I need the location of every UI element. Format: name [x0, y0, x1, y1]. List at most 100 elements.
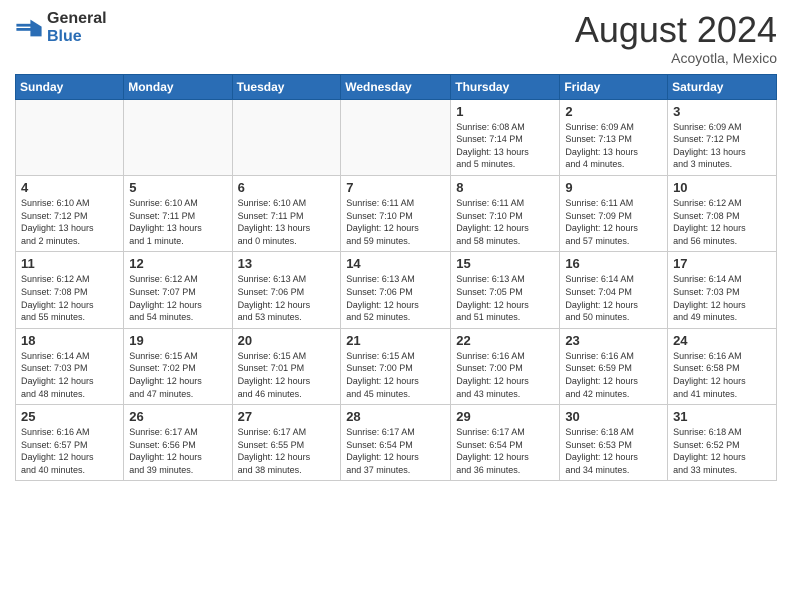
- calendar-day-cell: 6Sunrise: 6:10 AM Sunset: 7:11 PM Daylig…: [232, 175, 341, 251]
- day-info: Sunrise: 6:08 AM Sunset: 7:14 PM Dayligh…: [456, 121, 554, 171]
- calendar-week-row: 11Sunrise: 6:12 AM Sunset: 7:08 PM Dayli…: [16, 252, 777, 328]
- weekday-header-sunday: Sunday: [16, 74, 124, 99]
- day-info: Sunrise: 6:17 AM Sunset: 6:54 PM Dayligh…: [346, 426, 445, 476]
- day-number: 31: [673, 409, 771, 424]
- day-number: 20: [238, 333, 336, 348]
- calendar-day-cell: 30 Sunrise: 6:18 AM Sunset: 6:53 PM Dayli…: [560, 405, 668, 481]
- day-info: Sunrise: 6:13 AM Sunset: 7:06 PM Dayligh…: [346, 273, 445, 323]
- day-info: Sunrise: 6:16 AM Sunset: 6:59 PM Dayligh…: [565, 350, 662, 400]
- calendar-day-cell: 17 Sunrise: 6:14 AM Sunset: 7:03 PM Dayli…: [668, 252, 777, 328]
- weekday-header-saturday: Saturday: [668, 74, 777, 99]
- day-info: Sunrise: 6:15 AM Sunset: 7:00 PM Dayligh…: [346, 350, 445, 400]
- day-info: Sunrise: 6:16 AM Sunset: 6:58 PM Dayligh…: [673, 350, 771, 400]
- calendar-day-cell: 26Sunrise: 6:17 AM Sunset: 6:56 PM Dayli…: [124, 405, 232, 481]
- weekday-header-tuesday: Tuesday: [232, 74, 341, 99]
- logo-text: General Blue: [47, 10, 107, 45]
- day-info: Sunrise: 6:14 AM Sunset: 7:03 PM Dayligh…: [673, 273, 771, 323]
- calendar-day-cell: 29 Sunrise: 6:17 AM Sunset: 6:54 PM Dayli…: [451, 405, 560, 481]
- calendar-table: SundayMondayTuesdayWednesdayThursdayFrid…: [15, 74, 777, 482]
- day-number: 29: [456, 409, 554, 424]
- day-number: 1: [456, 104, 554, 119]
- day-info: Sunrise: 6:13 AM Sunset: 7:05 PM Dayligh…: [456, 273, 554, 323]
- day-info: Sunrise: 6:12 AM Sunset: 7:08 PM Dayligh…: [21, 273, 118, 323]
- weekday-header-row: SundayMondayTuesdayWednesdayThursdayFrid…: [16, 74, 777, 99]
- calendar-day-cell: 9 Sunrise: 6:11 AM Sunset: 7:09 PM Daylig…: [560, 175, 668, 251]
- day-info: Sunrise: 6:18 AM Sunset: 6:53 PM Dayligh…: [565, 426, 662, 476]
- day-number: 24: [673, 333, 771, 348]
- day-number: 13: [238, 256, 336, 271]
- month-title: August 2024: [575, 10, 777, 50]
- calendar-day-cell: 5 Sunrise: 6:10 AM Sunset: 7:11 PM Daylig…: [124, 175, 232, 251]
- day-info: Sunrise: 6:11 AM Sunset: 7:10 PM Dayligh…: [346, 197, 445, 247]
- calendar-day-cell: 21 Sunrise: 6:15 AM Sunset: 7:00 PM Dayli…: [341, 328, 451, 404]
- day-number: 19: [129, 333, 226, 348]
- day-info: Sunrise: 6:17 AM Sunset: 6:55 PM Dayligh…: [238, 426, 336, 476]
- calendar-day-cell: 24 Sunrise: 6:16 AM Sunset: 6:58 PM Dayli…: [668, 328, 777, 404]
- page: General Blue August 2024 Acoyotla, Mexic…: [0, 0, 792, 612]
- day-info: Sunrise: 6:18 AM Sunset: 6:52 PM Dayligh…: [673, 426, 771, 476]
- day-number: 8: [456, 180, 554, 195]
- calendar-day-cell: [232, 99, 341, 175]
- day-number: 3: [673, 104, 771, 119]
- day-info: Sunrise: 6:16 AM Sunset: 6:57 PM Dayligh…: [21, 426, 118, 476]
- calendar-day-cell: 22Sunrise: 6:16 AM Sunset: 7:00 PM Dayli…: [451, 328, 560, 404]
- calendar-day-cell: 7Sunrise: 6:11 AM Sunset: 7:10 PM Daylig…: [341, 175, 451, 251]
- calendar-day-cell: 28 Sunrise: 6:17 AM Sunset: 6:54 PM Dayli…: [341, 405, 451, 481]
- calendar-day-cell: [124, 99, 232, 175]
- calendar-day-cell: 1 Sunrise: 6:08 AM Sunset: 7:14 PM Daylig…: [451, 99, 560, 175]
- day-info: Sunrise: 6:15 AM Sunset: 7:01 PM Dayligh…: [238, 350, 336, 400]
- day-number: 4: [21, 180, 118, 195]
- logo-icon: [15, 14, 43, 42]
- day-number: 18: [21, 333, 118, 348]
- weekday-header-wednesday: Wednesday: [341, 74, 451, 99]
- day-number: 6: [238, 180, 336, 195]
- calendar-day-cell: 15 Sunrise: 6:13 AM Sunset: 7:05 PM Dayli…: [451, 252, 560, 328]
- day-info: Sunrise: 6:12 AM Sunset: 7:07 PM Dayligh…: [129, 273, 226, 323]
- day-info: Sunrise: 6:15 AM Sunset: 7:02 PM Dayligh…: [129, 350, 226, 400]
- day-number: 15: [456, 256, 554, 271]
- calendar-day-cell: [16, 99, 124, 175]
- header: General Blue August 2024 Acoyotla, Mexic…: [15, 10, 777, 66]
- day-info: Sunrise: 6:14 AM Sunset: 7:03 PM Dayligh…: [21, 350, 118, 400]
- calendar-day-cell: 13Sunrise: 6:13 AM Sunset: 7:06 PM Dayli…: [232, 252, 341, 328]
- day-info: Sunrise: 6:09 AM Sunset: 7:13 PM Dayligh…: [565, 121, 662, 171]
- day-number: 22: [456, 333, 554, 348]
- day-number: 21: [346, 333, 445, 348]
- calendar-week-row: 25 Sunrise: 6:16 AM Sunset: 6:57 PM Dayli…: [16, 405, 777, 481]
- day-info: Sunrise: 6:12 AM Sunset: 7:08 PM Dayligh…: [673, 197, 771, 247]
- calendar-day-cell: 11Sunrise: 6:12 AM Sunset: 7:08 PM Dayli…: [16, 252, 124, 328]
- day-info: Sunrise: 6:10 AM Sunset: 7:11 PM Dayligh…: [129, 197, 226, 247]
- day-info: Sunrise: 6:11 AM Sunset: 7:09 PM Dayligh…: [565, 197, 662, 247]
- day-info: Sunrise: 6:10 AM Sunset: 7:12 PM Dayligh…: [21, 197, 118, 247]
- day-number: 2: [565, 104, 662, 119]
- day-number: 14: [346, 256, 445, 271]
- day-number: 30: [565, 409, 662, 424]
- calendar-day-cell: 31 Sunrise: 6:18 AM Sunset: 6:52 PM Dayli…: [668, 405, 777, 481]
- calendar-day-cell: 10 Sunrise: 6:12 AM Sunset: 7:08 PM Dayli…: [668, 175, 777, 251]
- day-number: 16: [565, 256, 662, 271]
- day-number: 17: [673, 256, 771, 271]
- calendar-day-cell: 16Sunrise: 6:14 AM Sunset: 7:04 PM Dayli…: [560, 252, 668, 328]
- calendar-day-cell: 20 Sunrise: 6:15 AM Sunset: 7:01 PM Dayli…: [232, 328, 341, 404]
- calendar-day-cell: 27 Sunrise: 6:17 AM Sunset: 6:55 PM Dayli…: [232, 405, 341, 481]
- day-number: 9: [565, 180, 662, 195]
- location: Acoyotla, Mexico: [575, 50, 777, 66]
- day-number: 25: [21, 409, 118, 424]
- day-info: Sunrise: 6:17 AM Sunset: 6:54 PM Dayligh…: [456, 426, 554, 476]
- day-number: 12: [129, 256, 226, 271]
- logo-blue-text: Blue: [47, 28, 82, 45]
- day-number: 27: [238, 409, 336, 424]
- day-number: 10: [673, 180, 771, 195]
- logo: General Blue: [15, 10, 107, 45]
- day-number: 28: [346, 409, 445, 424]
- calendar-day-cell: 25 Sunrise: 6:16 AM Sunset: 6:57 PM Dayli…: [16, 405, 124, 481]
- weekday-header-friday: Friday: [560, 74, 668, 99]
- calendar-week-row: 18 Sunrise: 6:14 AM Sunset: 7:03 PM Dayli…: [16, 328, 777, 404]
- day-number: 26: [129, 409, 226, 424]
- day-info: Sunrise: 6:09 AM Sunset: 7:12 PM Dayligh…: [673, 121, 771, 171]
- logo-general-text: General: [47, 10, 107, 27]
- day-number: 5: [129, 180, 226, 195]
- weekday-header-monday: Monday: [124, 74, 232, 99]
- title-area: August 2024 Acoyotla, Mexico: [575, 10, 777, 66]
- calendar-week-row: 4 Sunrise: 6:10 AM Sunset: 7:12 PM Daylig…: [16, 175, 777, 251]
